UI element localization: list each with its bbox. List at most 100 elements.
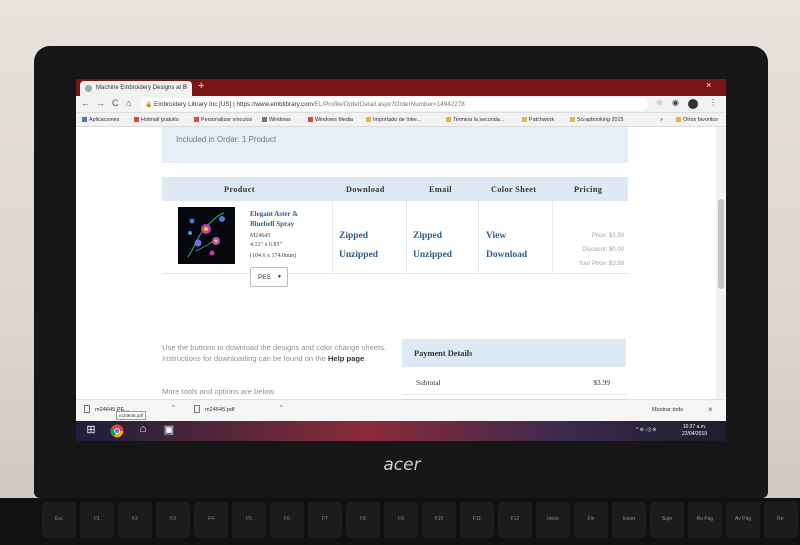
tab-strip: Machine Embroidery Designs at E × + × (76, 79, 726, 96)
keyboard-key: F1 (80, 502, 114, 538)
show-all-downloads-button[interactable]: Mostrar todo (652, 407, 683, 413)
bookmark-item[interactable]: Hotmail gratuito (134, 117, 179, 123)
bookmark-item[interactable]: Windows Media (308, 117, 353, 123)
clock-date: 22/04/2019 (682, 431, 708, 437)
product-sku: M24645 (250, 233, 271, 239)
keyboard-key: Inicio (536, 502, 570, 538)
downloads-close-icon[interactable]: × (708, 405, 713, 414)
color-sheet-download-link[interactable]: Download (486, 250, 527, 260)
product-size-inches: 4.12" x 6.85" (250, 242, 282, 248)
bookmark-item[interactable]: Windows (262, 117, 291, 123)
new-tab-button[interactable]: + (198, 80, 204, 92)
url-text: https://www.emblibrary.com/EL/Profile/Or… (236, 101, 464, 108)
table-row: Elegant Aster & Bluebell Spray M24645 4.… (162, 201, 628, 287)
window-close-button[interactable]: × (706, 80, 711, 90)
discount-value: Discount: $0.00 (582, 247, 624, 253)
design-thumbnail[interactable] (178, 207, 235, 264)
keyboard-key: Insert (612, 502, 646, 538)
keyboard-key: F3 (156, 502, 190, 538)
download-item-pdf[interactable]: m24645.pdf (194, 405, 235, 413)
bookmark-star-icon[interactable]: ☆ (656, 98, 663, 107)
email-unzipped-link[interactable]: Unzipped (413, 250, 452, 260)
bookmark-item[interactable]: Patchwork (522, 117, 554, 123)
bookmark-item[interactable]: Aplicaciones (82, 117, 119, 123)
lock-icon: 🔒 (145, 102, 153, 108)
bookmark-label: Scrapbooking 2015 (577, 117, 624, 123)
color-sheet-view-link[interactable]: View (486, 231, 506, 241)
bookmark-label: Windows Media (315, 117, 354, 123)
product-name-link[interactable]: Elegant Aster & Bluebell Spray (250, 209, 320, 229)
bookmark-folder-icon (366, 117, 371, 122)
laptop-brand: acer (383, 455, 421, 475)
bookmark-folder-icon (676, 117, 681, 122)
dropdown-arrow-icon: ▼ (277, 274, 282, 280)
keyboard-key: F2 (118, 502, 152, 538)
extension-icon[interactable]: ◉ (672, 98, 679, 107)
keyboard-key: Fin (574, 502, 608, 538)
keyboard-key: F12 (498, 502, 532, 538)
scrollbar-thumb[interactable] (718, 199, 724, 289)
taskbar-clock[interactable]: 10:27 a.m. 22/04/2019 (682, 424, 707, 438)
reload-button[interactable]: C (112, 98, 119, 108)
keyboard-key: Supr (650, 502, 684, 538)
download-zipped-link[interactable]: Zipped (339, 231, 368, 241)
downloads-bar: m24645.PE... m24645.pdf ^ m24645.pdf ^ M… (76, 399, 726, 421)
header-download: Download (346, 185, 385, 194)
keyboard-key: F4 (194, 502, 228, 538)
bookmark-item[interactable]: Scrapbooking 2015 (570, 117, 623, 123)
window-taskbar-icon[interactable]: ▣ (158, 423, 180, 439)
chevron-up-icon[interactable]: ^ (172, 405, 175, 411)
format-dropdown[interactable]: PES ▼ (250, 267, 288, 287)
file-icon (84, 405, 90, 413)
chrome-icon (110, 424, 124, 438)
bookmark-item[interactable]: Importado de Inter... (366, 117, 421, 123)
keyboard-key: Re Pág (688, 502, 722, 538)
bookmark-label: Termina la secunda... (453, 117, 505, 123)
address-bar[interactable]: 🔒 Embroidery Library Inc [US] | https://… (140, 98, 648, 111)
bookmark-item[interactable]: Otros favoritos (676, 117, 718, 123)
bookmark-folder-icon (262, 117, 267, 122)
page-scrollbar[interactable] (716, 127, 726, 399)
menu-icon[interactable]: ⋮ (709, 98, 717, 107)
bookmark-item[interactable]: » (660, 117, 663, 123)
browser-toolbar: ← → C ⌂ 🔒 Embroidery Library Inc [US] | … (76, 96, 726, 113)
bookmarks-bar: Aplicaciones Hotmail gratuito Personalizar… (76, 113, 726, 127)
help-paragraph: Use the buttons to download the designs … (162, 343, 387, 363)
email-zipped-link[interactable]: Zipped (413, 231, 442, 241)
order-summary-box: Included in Order: 1 Product (162, 127, 628, 163)
keyboard-key: F7 (308, 502, 342, 538)
download-unzipped-link[interactable]: Unzipped (339, 250, 378, 260)
profile-avatar[interactable] (688, 99, 698, 109)
back-button[interactable]: ← (81, 98, 90, 108)
keyboard-key: F9 (384, 502, 418, 538)
format-selected-value: PES (258, 274, 271, 281)
home-button[interactable]: ⌂ (126, 98, 131, 108)
keyboard-key: Re. (764, 502, 798, 538)
bookmark-item[interactable]: Termina la secunda... (446, 117, 504, 123)
download-tooltip: m24645.pdf (116, 411, 147, 420)
home-taskbar-icon[interactable]: ⌂ (132, 423, 154, 439)
help-page-link[interactable]: Help page (328, 354, 364, 363)
bookmark-label: » (660, 117, 663, 123)
bookmark-label: Windows (269, 117, 291, 123)
url-path: /EL/Profile/OrderDetail.aspx?OrderNumber… (313, 101, 465, 108)
forward-button[interactable]: → (96, 98, 105, 108)
bookmark-folder-icon (308, 117, 313, 122)
tab-title: Machine Embroidery Designs at E (96, 85, 187, 91)
product-table-header: Product Download Email Color Sheet Prici… (162, 177, 628, 201)
file-icon (194, 405, 200, 413)
bookmark-item[interactable]: Personalizar vínculos (194, 117, 252, 123)
bookmark-label: Importado de Inter... (373, 117, 422, 123)
tab-close-icon[interactable]: × (184, 84, 188, 91)
chrome-taskbar-icon[interactable] (106, 423, 128, 439)
keyboard-key: F10 (422, 502, 456, 538)
chevron-up-icon[interactable]: ^ (280, 405, 283, 411)
download-item-label: m24645.pdf (205, 407, 235, 413)
system-tray[interactable]: ^ ⊕ ◁) ⊗ (636, 427, 656, 433)
header-email: Email (429, 185, 452, 194)
bookmark-folder-icon (522, 117, 527, 122)
more-tools-text: More tools and options are below. (162, 387, 276, 396)
start-button[interactable]: ⊞ (80, 423, 102, 439)
included-in-order-text: Included in Order: 1 Product (176, 135, 277, 144)
browser-tab[interactable]: Machine Embroidery Designs at E × (80, 81, 192, 96)
